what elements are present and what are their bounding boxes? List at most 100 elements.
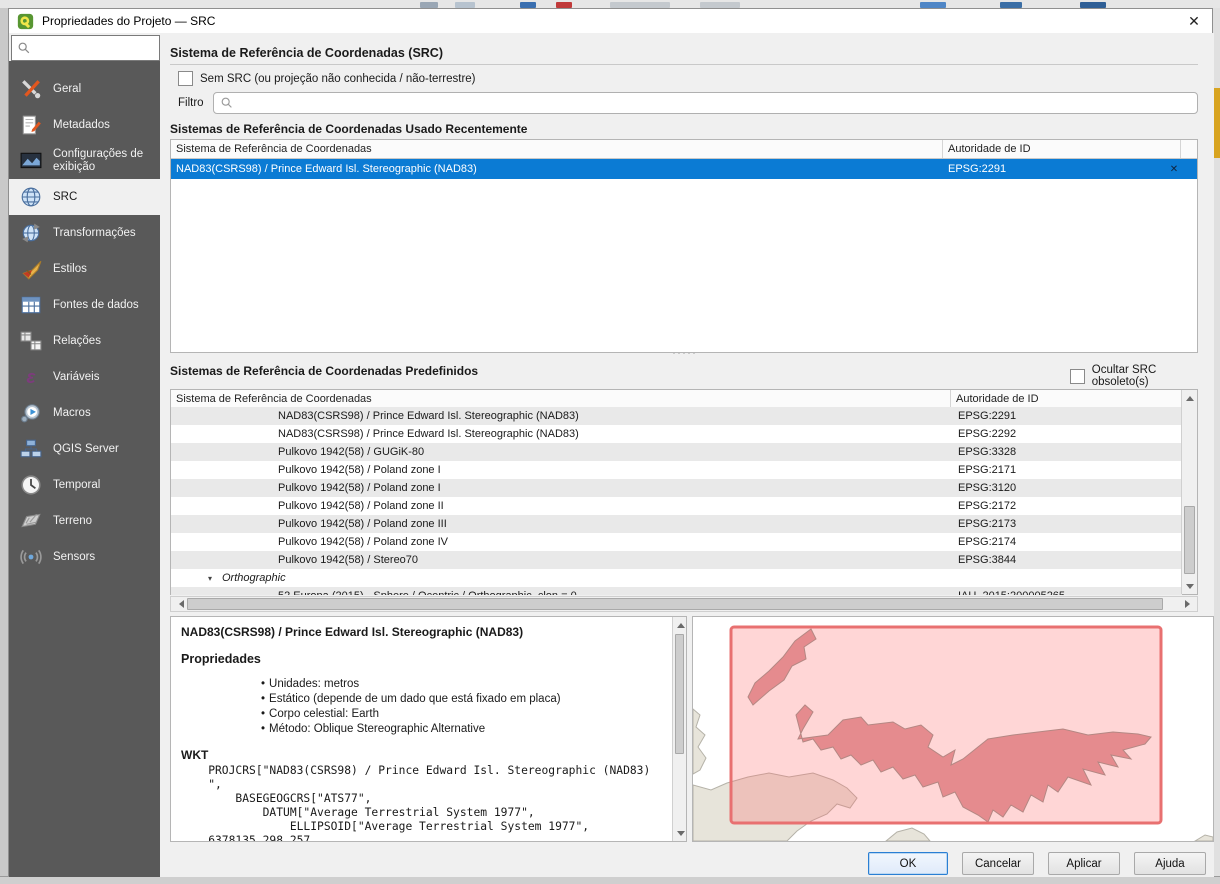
- relations-icon: [19, 329, 43, 353]
- filter-row: Filtro: [178, 92, 1198, 114]
- vertical-scrollbar[interactable]: [1181, 390, 1197, 594]
- sidebar-item-qgis-server[interactable]: QGIS Server: [9, 431, 160, 467]
- cancelar-button[interactable]: Cancelar: [962, 852, 1034, 875]
- recent-crs-table: Sistema de Referência de Coordenadas Aut…: [170, 139, 1198, 353]
- crs-name-cell: Pulkovo 1942(58) / Poland zone II: [171, 500, 951, 512]
- column-header-crs[interactable]: Sistema de Referência de Coordenadas: [171, 390, 951, 408]
- table-row[interactable]: Pulkovo 1942(58) / Poland zone IEPSG:217…: [171, 461, 1182, 479]
- wkt-text: PROJCRS["NAD83(CSRS98) / Prince Edward I…: [181, 764, 668, 841]
- scroll-up-arrow-icon[interactable]: [673, 617, 689, 633]
- titlebar[interactable]: Propriedades do Projeto — SRC ✕: [9, 9, 1212, 33]
- table-row[interactable]: Pulkovo 1942(58) / Poland zone IIEPSG:21…: [171, 497, 1182, 515]
- extent-map-graphic: [693, 617, 1213, 841]
- scroll-down-arrow-icon[interactable]: [673, 825, 689, 841]
- column-header-crs[interactable]: Sistema de Referência de Coordenadas: [171, 140, 943, 158]
- column-header-authority[interactable]: Autoridade de ID: [951, 390, 1167, 408]
- search-icon: [17, 41, 31, 55]
- qgis-logo-icon: [17, 13, 34, 30]
- aplicar-button[interactable]: Aplicar: [1048, 852, 1120, 875]
- crs-name-cell: Pulkovo 1942(58) / Poland zone I: [171, 482, 951, 494]
- sidebar-item-sensors[interactable]: Sensors: [9, 539, 160, 575]
- scrollbar-thumb[interactable]: [187, 598, 1163, 610]
- clock-icon: [19, 473, 43, 497]
- splitter-handle[interactable]: ·····: [655, 348, 715, 358]
- checkbox-box[interactable]: [1070, 369, 1085, 384]
- scroll-down-arrow-icon[interactable]: [1182, 578, 1198, 594]
- sidebar-item-relacoes[interactable]: Relações: [9, 323, 160, 359]
- sidebar-item-src[interactable]: SRC: [9, 179, 160, 215]
- crs-name-cell: Pulkovo 1942(58) / Poland zone IV: [171, 536, 951, 548]
- vertical-scrollbar[interactable]: [672, 617, 686, 841]
- scrollbar-thumb[interactable]: [675, 634, 684, 754]
- sidebar-item-label: Configurações de exibição: [53, 148, 160, 174]
- chevron-down-icon[interactable]: ▾: [208, 574, 218, 583]
- sidebar-item-label: Fontes de dados: [53, 299, 139, 312]
- predefined-section-title: Sistemas de Referência de Coordenadas Pr…: [170, 364, 478, 378]
- table-row[interactable]: Pulkovo 1942(58) / Poland zone IIIEPSG:2…: [171, 515, 1182, 533]
- table-row-selected[interactable]: NAD83(CSRS98) / Prince Edward Isl. Stere…: [171, 159, 1197, 179]
- table-row[interactable]: NAD83(CSRS98) / Prince Edward Isl. Stere…: [171, 407, 1182, 425]
- sidebar-item-transformacoes[interactable]: Transformações: [9, 215, 160, 251]
- table-row[interactable]: Pulkovo 1942(58) / Poland zone IEPSG:312…: [171, 479, 1182, 497]
- authority-cell: EPSG:2291: [951, 410, 1016, 422]
- table-row[interactable]: Pulkovo 1942(58) / GUGiK-80EPSG:3328: [171, 443, 1182, 461]
- authority-cell: EPSG:3844: [951, 554, 1016, 566]
- table-body: NAD83(CSRS98) / Prince Edward Isl. Stere…: [171, 407, 1182, 595]
- sidebar-item-label: SRC: [53, 191, 77, 204]
- macro-gear-icon: [19, 401, 43, 425]
- sidebar-item-configuracoes-de-exibicao[interactable]: Configurações de exibição: [9, 143, 160, 179]
- sidebar-nav: Geral Metadados Configurações de exibição S…: [9, 61, 160, 877]
- background-toolbar-sliver: [0, 0, 1220, 8]
- sidebar-item-variaveis[interactable]: ε Variáveis: [9, 359, 160, 395]
- wkt-heading: WKT: [181, 748, 668, 762]
- table-row[interactable]: NAD83(CSRS98) / Prince Edward Isl. Stere…: [171, 425, 1182, 443]
- column-header-remove: [1181, 140, 1197, 158]
- sidebar-item-geral[interactable]: Geral: [9, 71, 160, 107]
- transform-globe-icon: [19, 221, 43, 245]
- ok-button[interactable]: OK: [868, 852, 948, 875]
- authority-cell: EPSG:2173: [951, 518, 1016, 530]
- ajuda-button[interactable]: Ajuda: [1134, 852, 1206, 875]
- authority-cell: EPSG:2171: [951, 464, 1016, 476]
- filter-input[interactable]: [213, 92, 1198, 114]
- crs-name-cell: Pulkovo 1942(58) / GUGiK-80: [171, 446, 951, 458]
- project-properties-dialog: Propriedades do Projeto — SRC ✕ Geral Met…: [8, 8, 1213, 876]
- filter-label: Filtro: [178, 97, 204, 109]
- divider: [170, 64, 1198, 65]
- sidebar-item-label: Variáveis: [53, 371, 99, 384]
- sidebar-item-label: QGIS Server: [53, 443, 119, 456]
- no-crs-checkbox[interactable]: Sem SRC (ou projeção não conhecida / não…: [178, 71, 476, 86]
- checkbox-box[interactable]: [178, 71, 193, 86]
- horizontal-scrollbar[interactable]: [170, 596, 1198, 612]
- crs-details-content: NAD83(CSRS98) / Prince Edward Isl. Stere…: [171, 617, 672, 841]
- window-title: Propriedades do Projeto — SRC: [42, 14, 215, 28]
- sidebar-item-metadados[interactable]: Metadados: [9, 107, 160, 143]
- crs-name-cell: NAD83(CSRS98) / Prince Edward Isl. Stere…: [171, 163, 943, 175]
- remove-crs-icon[interactable]: ✕: [1165, 164, 1183, 175]
- background-bottom-sliver: [0, 876, 1220, 884]
- crs-details-panel: NAD83(CSRS98) / Prince Edward Isl. Stere…: [170, 616, 687, 842]
- sidebar-search-input[interactable]: [11, 35, 160, 61]
- sidebar-item-macros[interactable]: Macros: [9, 395, 160, 431]
- scroll-up-arrow-icon[interactable]: [1182, 390, 1198, 406]
- scroll-left-arrow-icon[interactable]: [171, 597, 187, 611]
- sidebar-item-terreno[interactable]: Terreno: [9, 503, 160, 539]
- sidebar-item-label: Relações: [53, 335, 101, 348]
- sidebar-item-fontes-de-dados[interactable]: Fontes de dados: [9, 287, 160, 323]
- hide-deprecated-checkbox[interactable]: Ocultar SRC obsoleto(s): [1070, 364, 1214, 388]
- table-row[interactable]: 52 Europa (2015) - Sphere / Ocentric / O…: [171, 587, 1182, 595]
- table-group-row[interactable]: ▾Orthographic: [171, 569, 1182, 587]
- property-item: Corpo celestial: Earth: [261, 707, 668, 722]
- table-row[interactable]: Pulkovo 1942(58) / Poland zone IVEPSG:21…: [171, 533, 1182, 551]
- sidebar-item-label: Metadados: [53, 119, 110, 132]
- sidebar-item-temporal[interactable]: Temporal: [9, 467, 160, 503]
- scrollbar-thumb[interactable]: [1184, 506, 1195, 574]
- scroll-right-arrow-icon[interactable]: [1181, 597, 1197, 611]
- table-row[interactable]: Pulkovo 1942(58) / Stereo70EPSG:3844: [171, 551, 1182, 569]
- close-button[interactable]: ✕: [1184, 11, 1204, 31]
- sidebar-item-estilos[interactable]: Estilos: [9, 251, 160, 287]
- group-name: Orthographic: [218, 572, 286, 584]
- background-right-sliver: [1213, 8, 1220, 876]
- column-header-authority[interactable]: Autoridade de ID: [943, 140, 1181, 158]
- svg-text:ε: ε: [27, 366, 37, 387]
